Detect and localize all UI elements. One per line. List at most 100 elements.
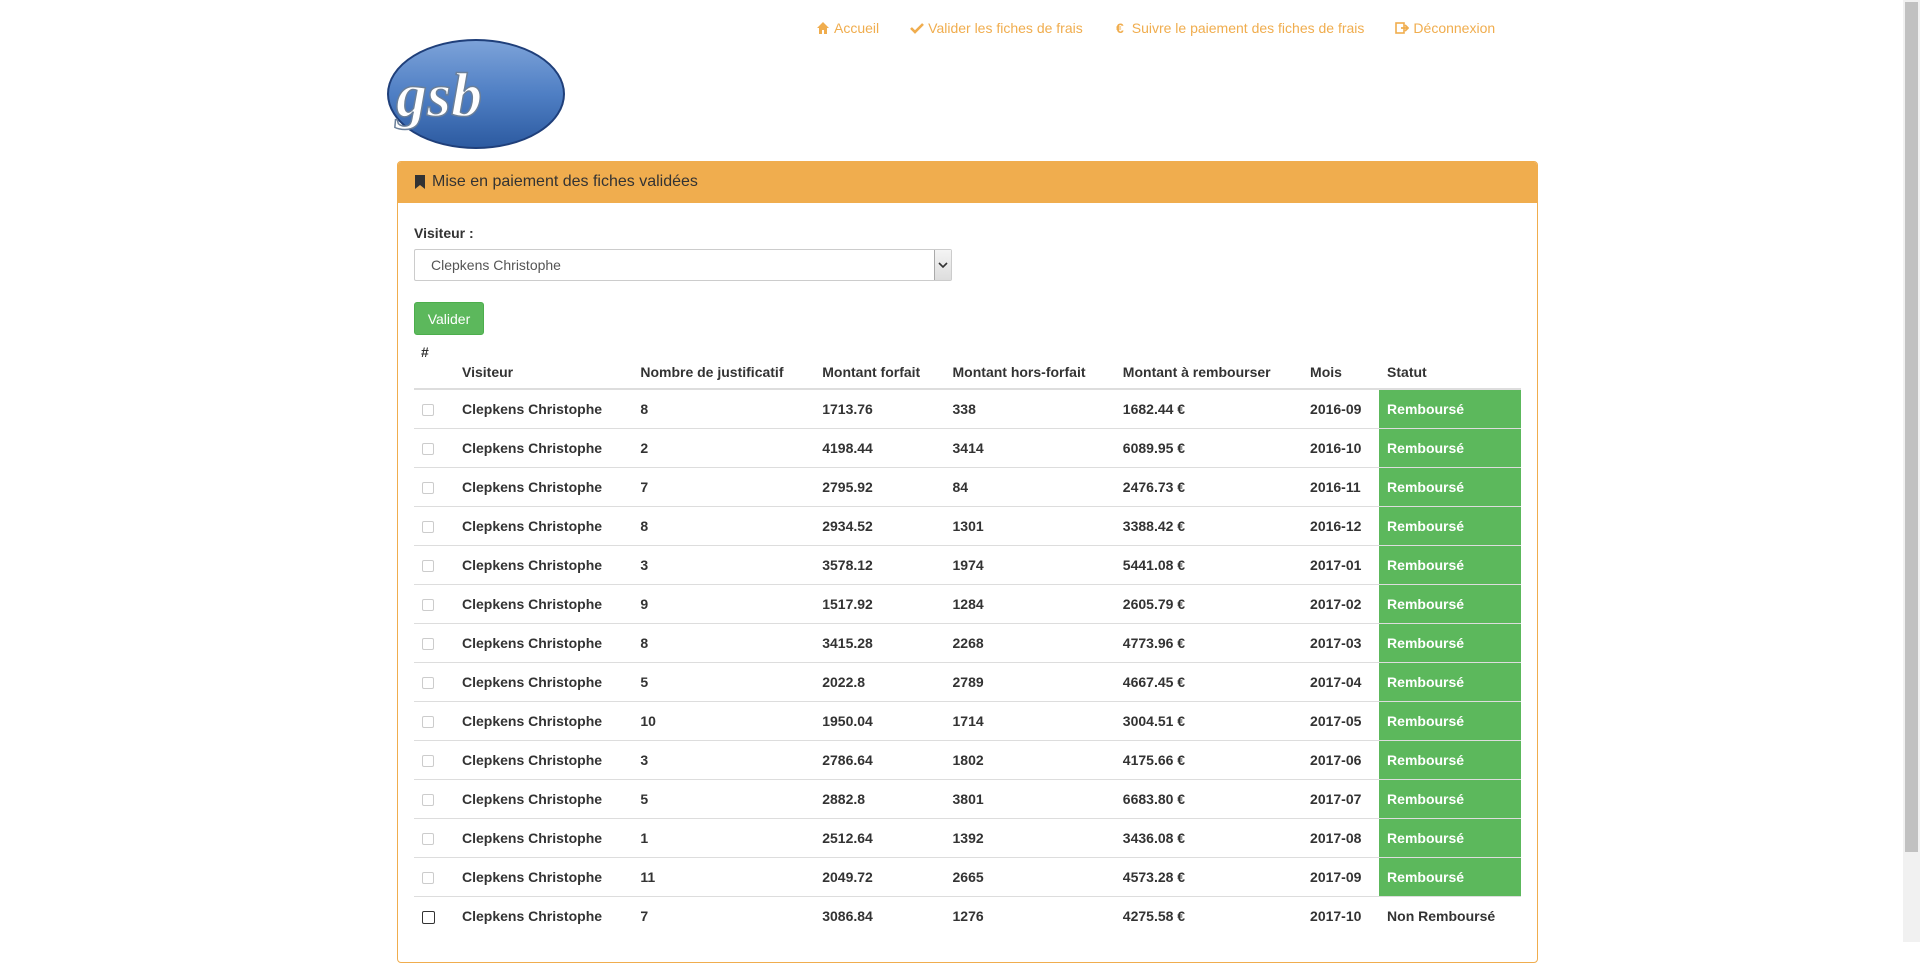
row-checkbox[interactable] [422, 638, 434, 651]
cell-visiteur: Clepkens Christophe [454, 467, 633, 507]
cell-a-rembourser: 4667.45 € [1114, 662, 1303, 702]
cell-a-rembourser: 4573.28 € [1114, 857, 1303, 897]
euro-icon: € [1116, 21, 1124, 35]
row-checkbox[interactable] [422, 521, 434, 534]
cell-visiteur: Clepkens Christophe [454, 740, 633, 780]
cell-a-rembourser: 3004.51 € [1114, 701, 1303, 741]
check-icon [910, 23, 925, 34]
table-row: Clepkens Christophe 5 2022.8 2789 4667.45 €2… [414, 662, 1521, 702]
cell-mois: 2017-08 [1302, 818, 1380, 858]
col-visiteur: Visiteur [454, 344, 633, 390]
cell-statut: Remboursé [1379, 740, 1521, 780]
cell-mois: 2017-03 [1302, 623, 1380, 663]
row-checkbox[interactable] [422, 833, 434, 846]
row-checkbox[interactable] [422, 560, 434, 573]
cell-justificatif: 11 [632, 857, 815, 897]
row-checkbox[interactable] [422, 443, 434, 456]
panel-title: Mise en paiement des fiches validées [432, 173, 698, 190]
cell-mois: 2017-02 [1302, 584, 1380, 624]
table-row: Clepkens Christophe 8 3415.28 2268 4773.96 €… [414, 623, 1521, 663]
row-checkbox[interactable] [422, 910, 435, 924]
row-checkbox[interactable] [422, 794, 434, 807]
row-checkbox[interactable] [422, 482, 434, 495]
table-row: Clepkens Christophe 9 1517.92 1284 2605.79 €… [414, 584, 1521, 624]
cell-visiteur: Clepkens Christophe [454, 584, 633, 624]
visitor-select[interactable]: Clepkens Christophe [414, 249, 952, 281]
table-row: Clepkens Christophe 7 2795.92 84 2476.73 €20… [414, 467, 1521, 507]
cell-forfait: 2934.52 [814, 506, 945, 546]
cell-a-rembourser: 1682.44 € [1114, 388, 1303, 429]
cell-statut: Remboursé [1379, 701, 1521, 741]
payment-panel: Mise en paiement des fiches validées Vis… [397, 161, 1538, 963]
chevron-down-icon[interactable] [934, 250, 951, 280]
row-checkbox[interactable] [422, 716, 434, 729]
nav-deconnexion-label: Déconnexion [1413, 20, 1496, 36]
cell-mois: 2016-11 [1302, 467, 1380, 507]
cell-mois: 2016-09 [1302, 388, 1380, 429]
cell-justificatif: 7 [632, 467, 815, 507]
page-scrollbar[interactable] [1903, 0, 1920, 942]
table-row: Clepkens Christophe 5 2882.8 3801 6683.80 €2… [414, 779, 1521, 819]
col-mois: Mois [1302, 344, 1380, 390]
row-checkbox[interactable] [422, 755, 434, 768]
nav-valider[interactable]: Valider les fiches de frais [910, 20, 1083, 36]
cell-statut: Remboursé [1379, 857, 1521, 897]
cell-statut: Remboursé [1379, 388, 1521, 429]
logout-icon [1395, 22, 1410, 34]
table-row: Clepkens Christophe 2 4198.44 3414 6089.95 €… [414, 428, 1521, 468]
cell-forfait: 2786.64 [814, 740, 945, 780]
nav-accueil[interactable]: Accueil [816, 20, 879, 36]
cell-mois: 2017-07 [1302, 779, 1380, 819]
cell-statut: Remboursé [1379, 584, 1521, 624]
cell-a-rembourser: 2605.79 € [1114, 584, 1303, 624]
cell-forfait: 1713.76 [814, 388, 945, 429]
cell-visiteur: Clepkens Christophe [454, 701, 633, 741]
nav-deconnexion[interactable]: Déconnexion [1395, 20, 1495, 36]
row-checkbox-cell [414, 506, 454, 546]
row-checkbox-cell [414, 662, 454, 702]
col-forfait: Montant forfait [814, 344, 945, 390]
cell-justificatif: 10 [632, 701, 815, 741]
cell-a-rembourser: 4175.66 € [1114, 740, 1303, 780]
col-statut: Statut [1379, 344, 1521, 390]
cell-justificatif: 8 [632, 623, 815, 663]
cell-justificatif: 5 [632, 662, 815, 702]
cell-justificatif: 2 [632, 428, 815, 468]
cell-hors-forfait: 1284 [944, 584, 1115, 624]
cell-hors-forfait: 2268 [944, 623, 1115, 663]
row-checkbox[interactable] [422, 872, 434, 885]
row-checkbox[interactable] [422, 404, 434, 417]
cell-justificatif: 5 [632, 779, 815, 819]
cell-a-rembourser: 3388.42 € [1114, 506, 1303, 546]
cell-justificatif: 9 [632, 584, 815, 624]
col-a-rembourser: Montant à rembourser [1114, 344, 1303, 390]
cell-statut: Remboursé [1379, 545, 1521, 585]
table-header-row: # Visiteur Nombre de justificatif Montan… [414, 344, 1521, 390]
nav-suivre[interactable]: € Suivre le paiement des fiches de frais [1114, 20, 1365, 36]
cell-visiteur: Clepkens Christophe [454, 623, 633, 663]
cell-forfait: 3415.28 [814, 623, 945, 663]
cell-visiteur: Clepkens Christophe [454, 428, 633, 468]
cell-mois: 2016-12 [1302, 506, 1380, 546]
valider-button[interactable]: Valider [414, 302, 484, 335]
cell-justificatif: 7 [632, 896, 815, 935]
table-row: Clepkens Christophe 3 2786.64 1802 4175.66 €… [414, 740, 1521, 780]
cell-hors-forfait: 1392 [944, 818, 1115, 858]
row-checkbox[interactable] [422, 599, 434, 612]
col-hors-forfait: Montant hors-forfait [944, 344, 1115, 390]
scrollbar-thumb[interactable] [1905, 2, 1918, 852]
cell-statut: Remboursé [1379, 818, 1521, 858]
cell-hors-forfait: 338 [944, 388, 1115, 429]
cell-mois: 2017-09 [1302, 857, 1380, 897]
cell-forfait: 1950.04 [814, 701, 945, 741]
cell-hors-forfait: 3414 [944, 428, 1115, 468]
cell-statut: Remboursé [1379, 467, 1521, 507]
cell-justificatif: 1 [632, 818, 815, 858]
table-row: Clepkens Christophe 7 3086.84 1276 4275.58 €… [414, 896, 1521, 935]
nav-suivre-label: Suivre le paiement des fiches de frais [1131, 20, 1365, 36]
row-checkbox-cell [414, 701, 454, 741]
cell-a-rembourser: 6683.80 € [1114, 779, 1303, 819]
cell-statut: Non Remboursé [1379, 896, 1521, 935]
visitor-label: Visiteur : [414, 225, 474, 241]
row-checkbox[interactable] [422, 677, 434, 690]
